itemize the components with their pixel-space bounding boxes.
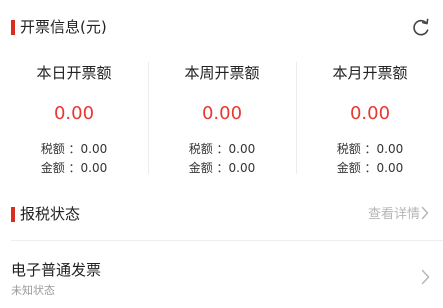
chevron-right-icon	[421, 269, 430, 285]
section-divider	[11, 240, 443, 241]
stat-amount-line: 金额 ：0.00	[188, 161, 256, 175]
invoice-dashboard: 开票信息(元) 本日开票额 0.00 税额 ：0.00 金额 ：0.00 本周开…	[0, 0, 443, 308]
daily-invoice-stat: 本日开票额 0.00 税额 ：0.00 金额 ：0.00	[0, 50, 148, 190]
invoice-info-header: 开票信息(元)	[0, 12, 443, 42]
stat-label: 本周开票额	[184, 64, 260, 82]
stat-tax-line: 税额 ：0.00	[336, 142, 404, 156]
stat-tax-line: 税额 ：0.00	[40, 142, 108, 156]
stat-amount-line: 金额 ：0.00	[40, 161, 108, 175]
invoice-type-row[interactable]: 电子普通发票 未知状态	[0, 252, 443, 302]
weekly-invoice-stat: 本周开票额 0.00 税额 ：0.00 金额 ：0.00	[148, 50, 296, 190]
stat-tax-line: 税额 ：0.00	[188, 142, 256, 156]
stat-amount: 0.00	[53, 103, 95, 124]
refresh-button[interactable]	[410, 17, 432, 39]
stat-label: 本日开票额	[36, 64, 112, 82]
section-title: 报税状态	[20, 205, 81, 223]
invoice-type-status: 未知状态	[11, 284, 55, 297]
chevron-right-icon	[420, 206, 429, 222]
stat-label: 本月开票额	[332, 64, 408, 82]
section-accent-bar	[11, 20, 15, 35]
view-details-link[interactable]: 查看详情	[368, 205, 429, 225]
tax-status-header: 报税状态 查看详情	[0, 199, 443, 229]
stat-amount: 0.00	[349, 103, 391, 124]
refresh-icon	[410, 17, 432, 39]
monthly-invoice-stat: 本月开票额 0.00 税额 ：0.00 金额 ：0.00	[296, 50, 443, 190]
view-details-label: 查看详情	[368, 207, 421, 222]
section-accent-bar	[11, 207, 15, 222]
invoice-stats: 本日开票额 0.00 税额 ：0.00 金额 ：0.00 本周开票额 0.00 …	[0, 50, 443, 190]
stat-amount-line: 金额 ：0.00	[336, 161, 404, 175]
invoice-type-name: 电子普通发票	[11, 261, 102, 279]
stat-amount: 0.00	[201, 103, 243, 124]
section-title: 开票信息(元)	[20, 18, 107, 36]
